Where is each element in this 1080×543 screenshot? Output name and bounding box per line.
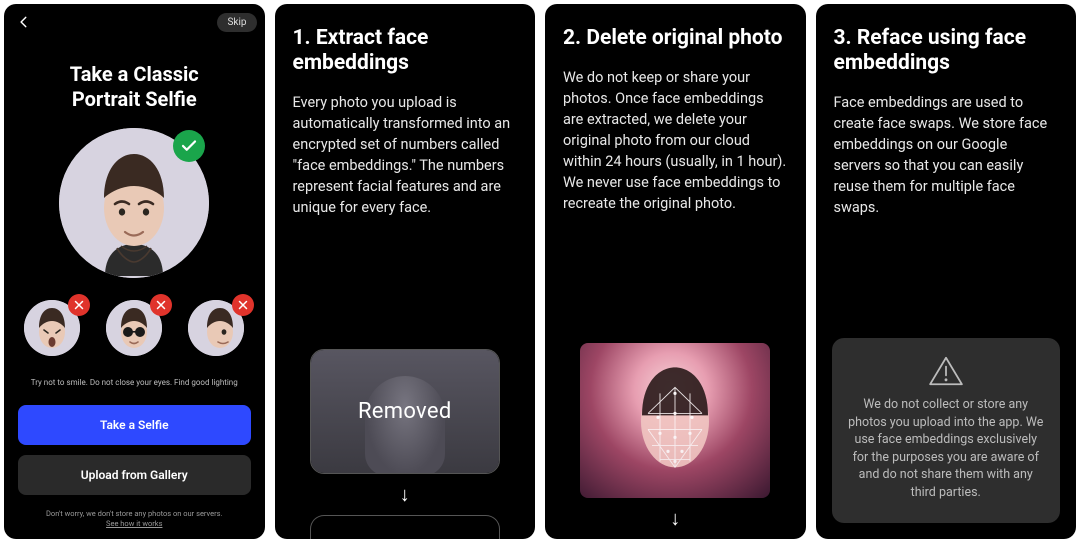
title-line-2: Portrait Selfie — [72, 87, 197, 111]
warning-icon — [928, 356, 964, 386]
page-title: Take a Classic Portrait Selfie — [22, 62, 247, 112]
face-mesh-icon — [630, 363, 720, 483]
skip-button[interactable]: Skip — [217, 13, 256, 32]
step-title: 2. Delete original photo — [563, 26, 788, 51]
removed-label: Removed — [358, 399, 452, 424]
selfie-screen: Skip Take a Classic Portrait Selfie — [4, 4, 265, 539]
valid-badge — [173, 130, 205, 162]
step-content: 2. Delete original photo We do not keep … — [545, 4, 806, 214]
invalid-badge — [232, 294, 254, 316]
step-1-screen: 1. Extract face embeddings Every photo y… — [275, 4, 536, 539]
invalid-example-2 — [106, 300, 162, 356]
invalid-example-3 — [188, 300, 244, 356]
step-3-screen: 3. Reface using face embeddings Face emb… — [816, 4, 1077, 539]
invalid-badge — [68, 294, 90, 316]
step-body: Every photo you upload is automatically … — [293, 92, 518, 218]
next-card-peek — [310, 515, 500, 539]
disclaimer-line: Don't worry, we don't store any photos o… — [46, 509, 222, 518]
upload-gallery-button[interactable]: Upload from Gallery — [18, 455, 251, 495]
check-icon — [180, 137, 198, 155]
back-button[interactable] — [12, 10, 36, 34]
step-2-screen: 2. Delete original photo We do not keep … — [545, 4, 806, 539]
step-title: 1. Extract face embeddings — [293, 26, 518, 76]
disclaimer-text: Don't worry, we don't store any photos o… — [4, 509, 265, 529]
original-photo-card — [580, 343, 770, 498]
x-icon — [73, 299, 85, 311]
title-line-1: Take a Classic — [70, 62, 199, 86]
step-body: Face embeddings are used to create face … — [834, 92, 1059, 218]
illustration-area: Removed ↓ — [275, 349, 536, 539]
invalid-badge — [150, 294, 172, 316]
step-body: We do not keep or share your photos. Onc… — [563, 67, 788, 214]
illustration-area: ↓ — [545, 343, 806, 539]
invalid-examples-row — [4, 300, 265, 356]
how-it-works-link[interactable]: See how it works — [4, 519, 265, 529]
privacy-notice-text: We do not collect or store any photos yo… — [848, 396, 1045, 501]
arrow-down-icon: ↓ — [670, 506, 680, 531]
hint-text: Try not to smile. Do not close your eyes… — [4, 378, 265, 387]
x-icon — [237, 299, 249, 311]
chevron-left-icon — [17, 15, 31, 29]
step-content: 3. Reface using face embeddings Face emb… — [816, 4, 1077, 218]
main-avatar — [59, 128, 209, 278]
x-icon — [155, 299, 167, 311]
top-bar: Skip — [4, 4, 265, 34]
privacy-notice-box: We do not collect or store any photos yo… — [832, 338, 1061, 523]
removed-photo-card: Removed — [310, 349, 500, 474]
arrow-down-icon: ↓ — [400, 482, 410, 507]
step-content: 1. Extract face embeddings Every photo y… — [275, 4, 536, 218]
invalid-example-1 — [24, 300, 80, 356]
take-selfie-button[interactable]: Take a Selfie — [18, 405, 251, 445]
step-title: 3. Reface using face embeddings — [834, 26, 1059, 76]
